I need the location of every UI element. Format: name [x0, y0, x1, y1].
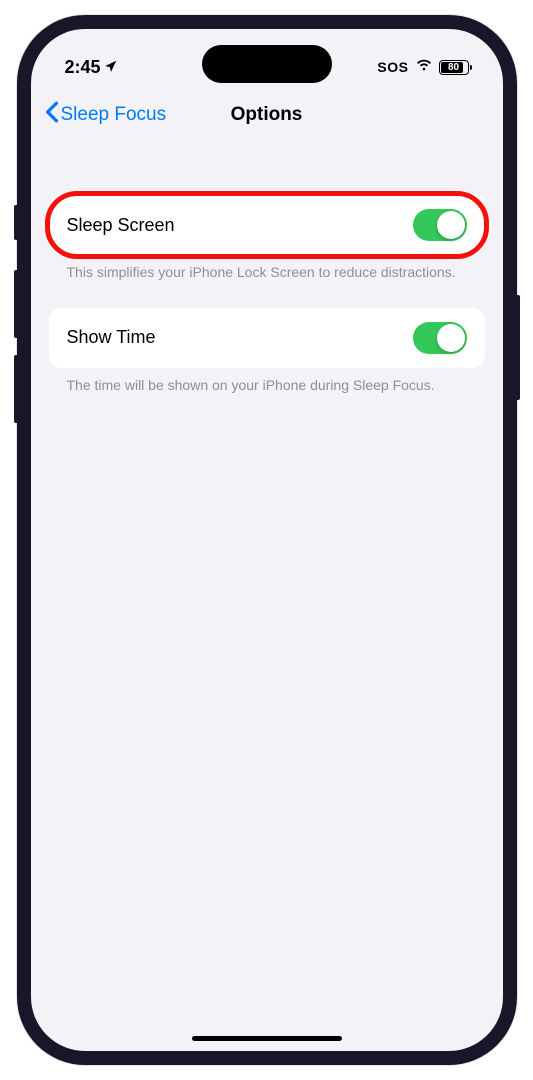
page-title: Options — [231, 104, 303, 126]
location-icon — [104, 57, 118, 78]
back-label: Sleep Focus — [61, 104, 167, 126]
show-time-toggle[interactable] — [413, 322, 467, 354]
volume-down-button — [14, 355, 17, 423]
status-left: 2:45 — [65, 57, 118, 78]
sleep-screen-footer: This simplifies your iPhone Lock Screen … — [49, 255, 485, 282]
sos-indicator: SOS — [377, 59, 408, 75]
battery-icon: 80 — [439, 60, 469, 75]
phone-frame: 2:45 SOS 80 Sle — [17, 15, 517, 1065]
home-indicator[interactable] — [192, 1036, 342, 1041]
sleep-screen-label: Sleep Screen — [67, 215, 175, 236]
sleep-screen-toggle[interactable] — [413, 209, 467, 241]
volume-up-button — [14, 270, 17, 338]
phone-screen: 2:45 SOS 80 Sle — [31, 29, 503, 1051]
toggle-knob — [437, 324, 465, 352]
sleep-screen-row[interactable]: Sleep Screen — [49, 195, 485, 255]
chevron-left-icon — [45, 101, 59, 129]
show-time-section: Show Time The time will be shown on your… — [49, 308, 485, 395]
show-time-footer: The time will be shown on your iPhone du… — [49, 368, 485, 395]
show-time-label: Show Time — [67, 327, 156, 348]
status-time: 2:45 — [65, 57, 101, 78]
wifi-icon — [415, 58, 433, 76]
nav-bar: Sleep Focus Options — [31, 85, 503, 147]
sleep-screen-section: Sleep Screen This simplifies your iPhone… — [49, 195, 485, 282]
content: Sleep Screen This simplifies your iPhone… — [31, 195, 503, 395]
power-button — [517, 295, 520, 400]
dynamic-island — [202, 45, 332, 83]
toggle-knob — [437, 211, 465, 239]
show-time-row[interactable]: Show Time — [49, 308, 485, 368]
status-right: SOS 80 — [377, 58, 468, 76]
side-button — [14, 205, 17, 240]
battery-level: 80 — [448, 62, 459, 73]
back-button[interactable]: Sleep Focus — [45, 101, 167, 129]
